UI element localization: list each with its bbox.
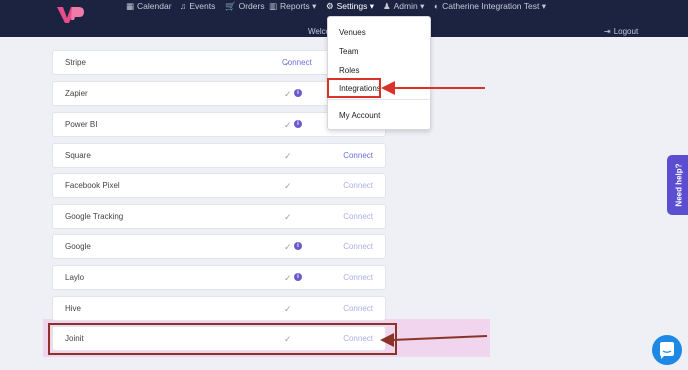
- arrow-to-integrations-icon: [381, 81, 485, 95]
- annotation-arrows: [380, 81, 488, 347]
- chat-bubble-icon: [660, 342, 674, 359]
- arrow-to-joinit-icon: [380, 333, 488, 347]
- need-help-label: Need help?: [674, 163, 684, 207]
- need-help-tab[interactable]: Need help?: [667, 155, 688, 215]
- chat-launcher-button[interactable]: [652, 335, 682, 365]
